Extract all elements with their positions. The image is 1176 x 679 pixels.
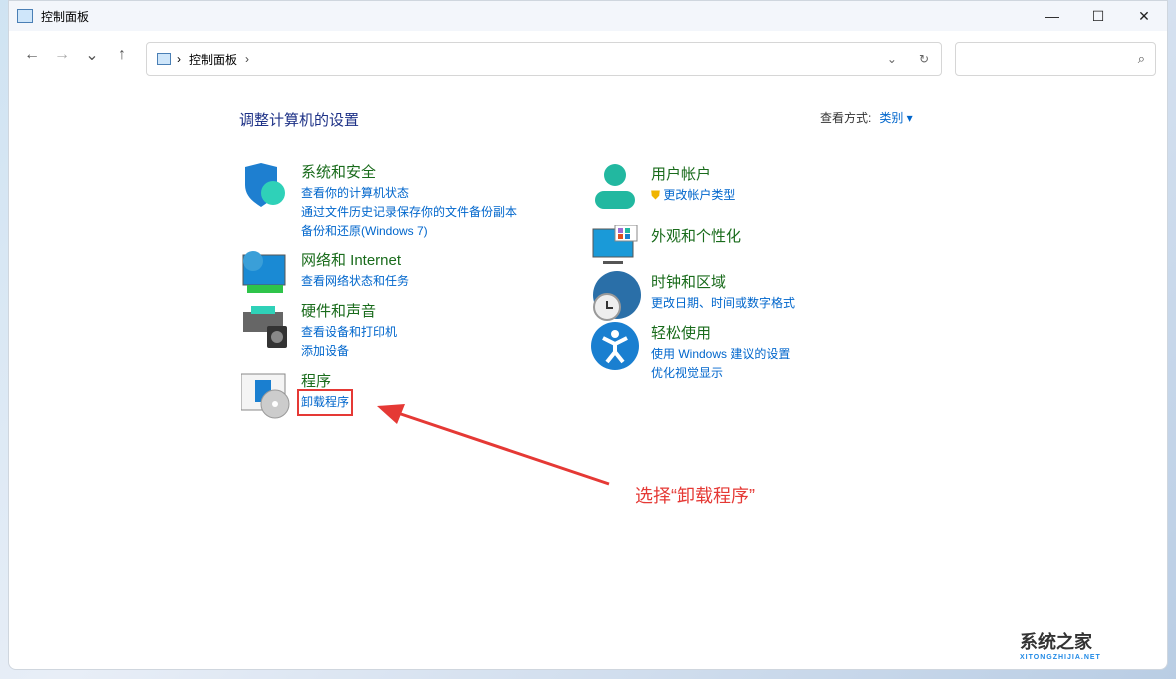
category-title[interactable]: 硬件和声音 <box>301 300 397 321</box>
recent-locations-button[interactable]: ⌄ <box>77 45 107 65</box>
window-title: 控制面板 <box>41 9 90 24</box>
forward-button[interactable]: → <box>47 46 77 64</box>
address-bar[interactable]: › 控制面板 › ⌄ ↻ <box>146 42 942 76</box>
category-network: 网络和 Internet 查看网络状态和任务 <box>241 249 409 299</box>
up-button[interactable]: ↑ <box>107 46 137 64</box>
category-title[interactable]: 轻松使用 <box>651 322 790 343</box>
category-title[interactable]: 用户帐户 <box>651 163 735 184</box>
category-link[interactable]: 添加设备 <box>301 342 397 361</box>
refresh-icon[interactable]: ↻ <box>919 52 929 66</box>
uninstall-program-link[interactable]: 卸载程序 <box>296 389 354 416</box>
uac-shield-icon: ⛊ <box>651 188 661 202</box>
category-title[interactable]: 外观和个性化 <box>651 225 741 246</box>
category-system-security: 系统和安全 查看你的计算机状态 通过文件历史记录保存你的文件备份副本 备份和还原… <box>241 161 517 241</box>
control-panel-icon <box>17 9 33 23</box>
search-input[interactable]: ⌕ <box>955 42 1156 76</box>
search-icon: ⌕ <box>1137 51 1145 66</box>
category-link[interactable]: 更改日期、时间或数字格式 <box>651 294 795 313</box>
clock-globe-icon <box>591 271 641 321</box>
control-panel-icon <box>157 53 171 65</box>
close-button[interactable]: ✕ <box>1121 1 1167 31</box>
annotation-text: 选择“卸载程序” <box>635 486 755 506</box>
maximize-button[interactable]: ☐ <box>1075 1 1121 31</box>
category-programs: 程序 卸载程序 <box>240 370 354 420</box>
address-dropdown-icon[interactable]: ⌄ <box>887 52 897 66</box>
breadcrumb-separator: › <box>177 52 181 66</box>
category-title[interactable]: 时钟和区域 <box>651 271 795 292</box>
back-button[interactable]: ← <box>17 46 47 64</box>
category-clock-region: 时钟和区域 更改日期、时间或数字格式 <box>591 271 795 321</box>
monitor-palette-icon <box>591 224 641 275</box>
category-link[interactable]: 通过文件历史记录保存你的文件备份副本 <box>301 203 517 222</box>
control-panel-window: 控制面板 — ☐ ✕ ← → ⌄ ↑ › 控制面板 › ⌄ ↻ ⌕ 调整计算机的… <box>8 0 1168 670</box>
category-link[interactable]: 查看网络状态和任务 <box>301 272 409 291</box>
programs-disc-icon <box>240 370 291 420</box>
title-bar: 控制面板 — ☐ ✕ <box>9 1 1167 31</box>
printer-icon <box>241 300 291 350</box>
category-title[interactable]: 系统和安全 <box>301 161 517 182</box>
page-title: 调整计算机的设置 <box>239 112 360 129</box>
shield-icon <box>241 161 291 211</box>
category-ease-of-access: 轻松使用 使用 Windows 建议的设置 优化视觉显示 <box>591 322 790 383</box>
accessibility-icon <box>591 322 641 372</box>
category-appearance: 外观和个性化 <box>591 224 741 275</box>
category-link[interactable]: 使用 Windows 建议的设置 <box>651 345 790 364</box>
category-hardware-sound: 硬件和声音 查看设备和打印机 添加设备 <box>241 300 397 361</box>
network-globe-icon <box>241 249 291 299</box>
watermark-logo: 系统之家 XITONGZHIJIA.NET <box>1020 632 1101 661</box>
breadcrumb-separator[interactable]: › <box>245 52 249 66</box>
category-link[interactable]: 备份和还原(Windows 7) <box>301 222 517 241</box>
category-title[interactable]: 网络和 Internet <box>301 249 409 270</box>
view-by-label: 查看方式: <box>820 111 872 125</box>
category-title[interactable]: 程序 <box>301 370 349 391</box>
view-by-dropdown[interactable]: 类别 ▾ <box>879 111 912 125</box>
view-by: 查看方式: 类别 ▾ <box>820 109 913 126</box>
breadcrumb-control-panel[interactable]: 控制面板 <box>189 51 237 68</box>
category-link[interactable]: ⛊ 更改帐户类型 <box>651 186 735 205</box>
category-user-accounts: 用户帐户 ⛊ 更改帐户类型 <box>591 163 735 213</box>
category-link[interactable]: 查看设备和打印机 <box>301 323 397 342</box>
category-link[interactable]: 查看你的计算机状态 <box>301 184 517 203</box>
user-icon <box>591 163 641 213</box>
category-link[interactable]: 优化视觉显示 <box>651 364 790 383</box>
minimize-button[interactable]: — <box>1029 1 1075 31</box>
annotation-arrow <box>377 404 610 486</box>
